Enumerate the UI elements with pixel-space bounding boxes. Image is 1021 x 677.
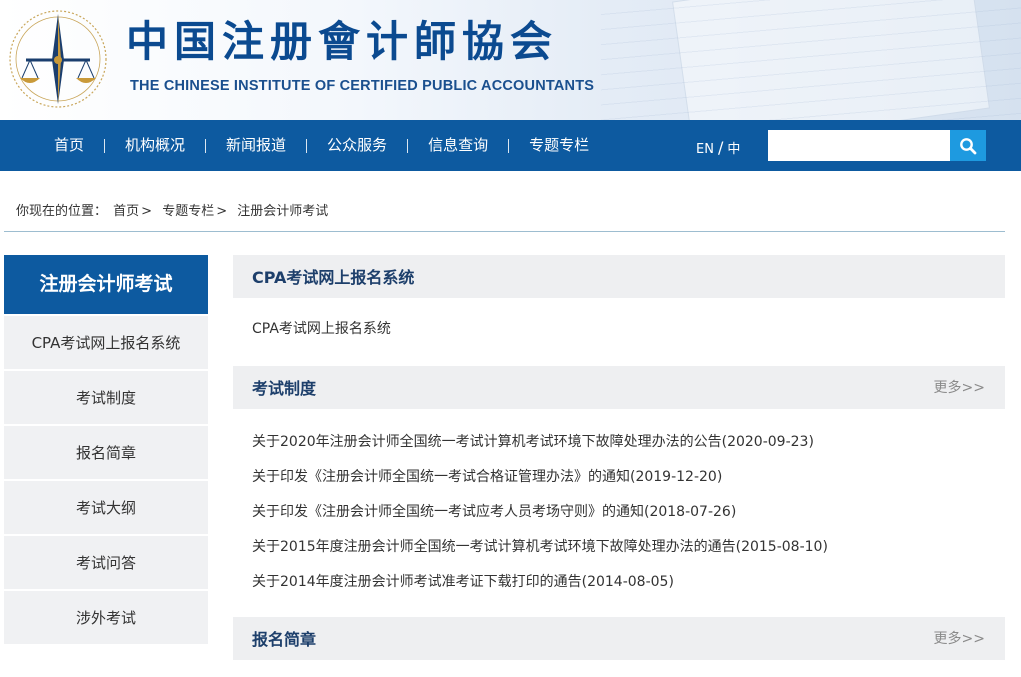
site-title-chinese: 中国注册會计師協会 (126, 17, 559, 66)
site-title-english: THE CHINESE INSTITUTE OF CERTIFIED PUBLI… (130, 78, 595, 94)
list-item[interactable]: CPA考试网上报名系统 (252, 313, 986, 345)
section-header: 考试制度 更多>> (233, 366, 1005, 409)
more-link[interactable]: 更多>> (934, 617, 985, 662)
list-item[interactable]: 关于2015年度注册会计师全国统一考试计算机考试环境下故障处理办法的通告(201… (252, 530, 986, 565)
main-content: CPA考试网上报名系统 CPA考试网上报名系统 考试制度 更多>> 关于2020… (233, 255, 1005, 660)
section-body: 关于2020年注册会计师全国统一考试计算机考试环境下故障处理办法的公告(2020… (233, 409, 1005, 617)
section-body: CPA考试网上报名系统 (233, 298, 1005, 366)
nav-item-special-topics[interactable]: 专题专栏 (509, 120, 609, 171)
lang-en-link[interactable]: EN (696, 142, 714, 157)
sidebar-item-exam-system[interactable]: 考试制度 (4, 369, 208, 424)
lang-zh-link[interactable]: 中 (727, 142, 740, 157)
sidebar-item-registration-guide[interactable]: 报名简章 (4, 424, 208, 479)
section-title: 考试制度 (252, 379, 317, 398)
section-header: 报名简章 更多>> (233, 617, 1005, 660)
nav-separator (104, 138, 106, 153)
sidebar-item-foreign-exam[interactable]: 涉外考试 (4, 589, 208, 644)
list-item[interactable]: 关于2020年注册会计师全国统一考试计算机考试环境下故障处理办法的公告(2020… (252, 425, 986, 460)
breadcrumb-special-topics[interactable]: 专题专栏 (162, 204, 214, 219)
breadcrumb-current[interactable]: 注册会计师考试 (237, 204, 328, 219)
sidebar-item-cpa-registration[interactable]: CPA考试网上报名系统 (4, 314, 208, 369)
breadcrumb-home[interactable]: 首页 (113, 204, 139, 219)
nav-separator (407, 138, 409, 153)
lang-separator: / (717, 138, 724, 157)
nav-item-home[interactable]: 首页 (34, 120, 104, 171)
sidebar-item-exam-faq[interactable]: 考试问答 (4, 534, 208, 589)
more-link[interactable]: 更多>> (934, 366, 985, 411)
nav-item-public-services[interactable]: 公众服务 (307, 120, 407, 171)
breadcrumb-divider (4, 231, 1005, 232)
scales-of-justice-emblem-icon[interactable] (6, 4, 110, 114)
section-title: CPA考试网上报名系统 (252, 268, 415, 287)
nav-item-info-query[interactable]: 信息查询 (408, 120, 508, 171)
search-icon (960, 137, 977, 154)
section-header: CPA考试网上报名系统 (233, 255, 1005, 298)
search-input[interactable] (768, 130, 950, 161)
nav-item-news[interactable]: 新闻报道 (206, 120, 306, 171)
breadcrumb-label: 你现在的位置： (16, 204, 108, 219)
section-registration-guide: 报名简章 更多>> (233, 617, 1005, 660)
breadcrumb-separator: > (141, 204, 153, 219)
header-banner: 中国注册會计師協会 THE CHINESE INSTITUTE OF CERTI… (0, 0, 1021, 120)
nav-separator (205, 138, 207, 153)
sidebar: 注册会计师考试 CPA考试网上报名系统 考试制度 报名简章 考试大纲 考试问答 … (4, 255, 208, 644)
breadcrumb: 你现在的位置： 首页 > 专题专栏 > 注册会计师考试 (16, 200, 328, 219)
section-exam-system: 考试制度 更多>> 关于2020年注册会计师全国统一考试计算机考试环境下故障处理… (233, 366, 1005, 617)
nav-item-about[interactable]: 机构概况 (105, 120, 205, 171)
search-button[interactable] (950, 130, 986, 161)
sidebar-title: 注册会计师考试 (4, 255, 208, 314)
list-item[interactable]: 关于印发《注册会计师全国统一考试应考人员考场守则》的通知(2018-07-26) (252, 495, 986, 530)
sidebar-item-exam-syllabus[interactable]: 考试大纲 (4, 479, 208, 534)
section-cpa-registration: CPA考试网上报名系统 CPA考试网上报名系统 (233, 255, 1005, 366)
breadcrumb-separator: > (216, 204, 228, 219)
language-switcher: EN / 中 (696, 120, 740, 171)
section-title: 报名简章 (252, 630, 317, 649)
nav-separator (306, 138, 308, 153)
nav-list: 首页 机构概况 新闻报道 公众服务 信息查询 专题专栏 (34, 120, 609, 171)
list-item[interactable]: 关于2014年度注册会计师考试准考证下载打印的通告(2014-08-05) (252, 565, 986, 600)
list-item[interactable]: 关于印发《注册会计师全国统一考试合格证管理办法》的通知(2019-12-20) (252, 460, 986, 495)
nav-separator (508, 138, 510, 153)
banner-lines-decoration (601, 0, 1021, 120)
